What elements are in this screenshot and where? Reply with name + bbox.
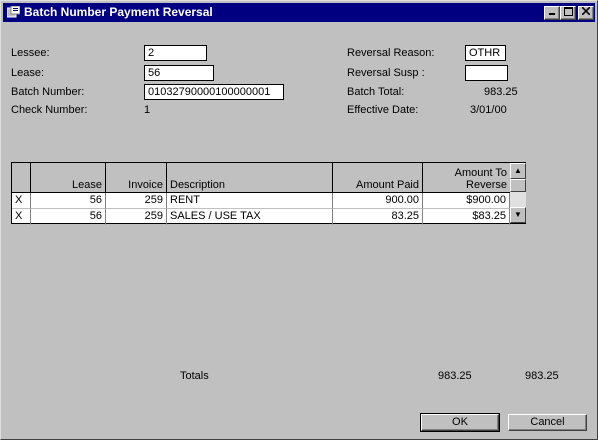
row-amount-paid: 83.25 [333,209,423,225]
reversal-reason-field[interactable]: OTHR [465,45,506,61]
minimize-icon [548,7,556,18]
close-icon [581,6,591,18]
maximize-button[interactable] [560,6,576,20]
ok-button[interactable]: OK [420,413,500,432]
check-number-value: 1 [144,104,151,116]
payment-reversal-window: Batch Number Payment Reversal Lessee: 2 … [0,0,598,440]
row-amount-to-reverse[interactable]: $83.25 [423,209,510,225]
maximize-icon [563,7,573,19]
arrow-up-icon: ▲ [514,166,522,175]
window-title: Batch Number Payment Reversal [24,5,213,19]
header-description: Description [167,163,333,192]
row-lease: 56 [31,193,106,209]
header-amount-to-reverse: Amount To Reverse [423,163,511,192]
batch-total-label: Batch Total: [347,86,405,98]
row-amount-paid: 900.00 [333,193,423,209]
lessee-field[interactable]: 2 [144,45,207,61]
scroll-down-button[interactable]: ▼ [510,207,526,223]
check-number-label: Check Number: [11,104,88,116]
header-mark [12,163,31,192]
scroll-up-button[interactable]: ▲ [510,163,526,179]
batch-number-label: Batch Number: [11,86,85,98]
reversal-susp-field[interactable] [465,65,508,81]
reversal-reason-label: Reversal Reason: [347,47,435,59]
cancel-button[interactable]: Cancel [508,414,587,431]
header-amount-paid: Amount Paid [333,163,423,192]
row-description: SALES / USE TAX [167,209,333,225]
lease-field[interactable]: 56 [144,65,214,81]
grid-scrollbar[interactable]: ▲ ▼ [510,163,526,223]
close-button[interactable] [578,6,594,20]
total-amount-paid: 983.25 [438,370,472,382]
row-invoice: 259 [106,209,167,225]
row-description: RENT [167,193,333,209]
lease-label: Lease: [11,67,45,79]
reversal-susp-label: Reversal Susp : [347,67,425,79]
effective-date-value: 3/01/00 [470,104,507,116]
lessee-label: Lessee: [11,47,50,59]
grid-header: Lease Invoice Description Amount Paid Am… [12,163,511,193]
row-mark[interactable]: X [12,209,31,225]
batch-total-value: 983.25 [484,86,518,98]
totals-label: Totals [180,370,209,382]
minimize-button[interactable] [544,6,560,20]
header-invoice: Invoice [106,163,167,192]
row-invoice: 259 [106,193,167,209]
title-bar[interactable]: Batch Number Payment Reversal [3,3,595,22]
reversal-grid[interactable]: Lease Invoice Description Amount Paid Am… [11,162,526,225]
scroll-thumb[interactable] [510,179,526,192]
row-mark[interactable]: X [12,193,31,209]
header-lease: Lease [31,163,106,192]
row-lease: 56 [31,209,106,225]
total-amount-to-reverse: 983.25 [525,370,559,382]
arrow-down-icon: ▼ [514,210,522,219]
row-amount-to-reverse[interactable]: $900.00 [423,193,510,209]
effective-date-label: Effective Date: [347,104,419,116]
batch-number-field[interactable]: 01032790000100000001 [144,84,284,100]
header-reverse-line2: Reverse [466,179,507,191]
app-icon [6,5,21,18]
header-reverse-line1: Amount To [454,167,507,179]
